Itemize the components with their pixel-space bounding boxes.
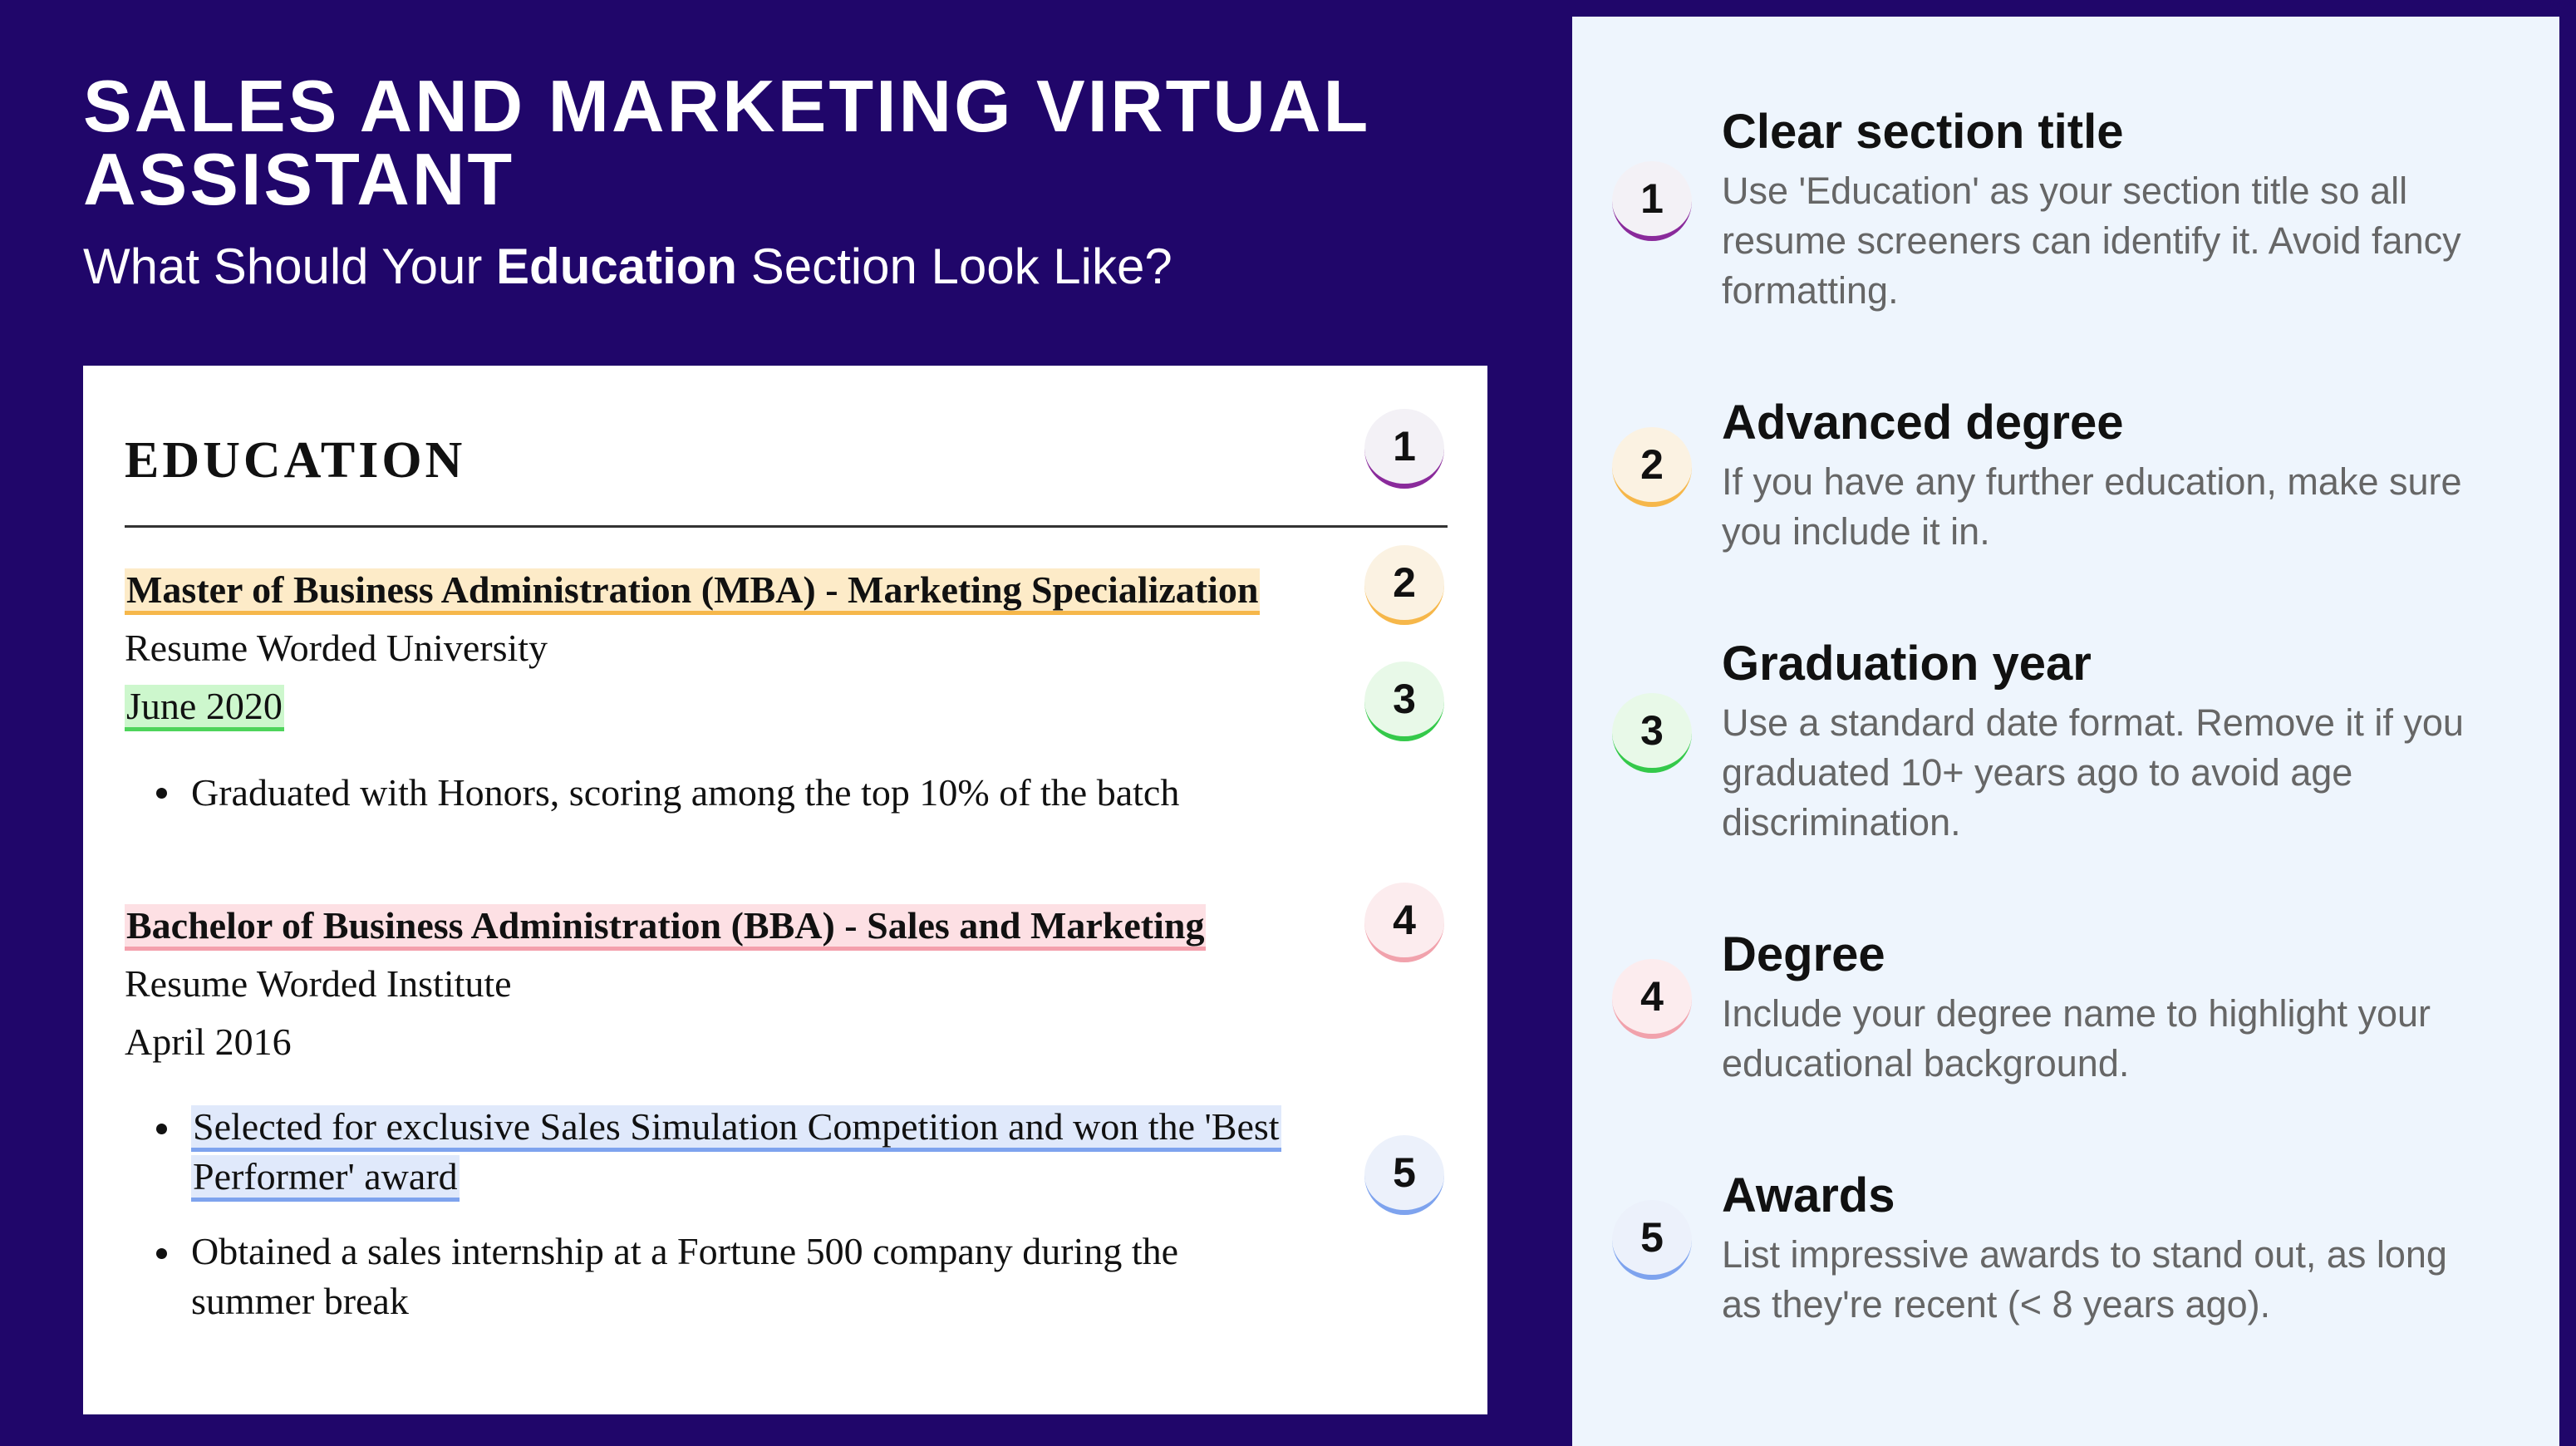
badge-3: 3 [1364,662,1444,741]
subtitle-prefix: What Should Your [83,239,497,294]
tip-description: Use 'Education' as your section title so… [1722,166,2536,316]
tip-title: Degree [1722,927,1885,981]
section-divider [125,525,1448,528]
award-bullet-line-1: Selected for exclusive Sales Simulation … [191,1102,1281,1152]
tip-badge-4: 4 [1612,959,1692,1039]
tip-description: Include your degree name to highlight yo… [1722,989,2536,1089]
tip-line: educational background. [1722,1042,2130,1084]
degree-line: Master of Business Administration (MBA) … [125,565,1261,615]
graduation-date: April 2016 [125,1021,292,1063]
tip-line: List impressive awards to stand out, as … [1722,1233,2447,1276]
tip-line: resume screeners can identify it. Avoid … [1722,219,2461,262]
degree-name-bba: Bachelor of Business Administration (BBA… [125,904,1207,951]
internship-bullet-line-2: summer break [191,1280,409,1322]
badge-4: 4 [1364,883,1444,962]
award-bullet-line-2: Performer' award [191,1152,460,1202]
tip-description: If you have any further education, make … [1722,457,2536,557]
award-highlight: Selected for exclusive Sales Simulation … [191,1105,1281,1152]
page-subtitle: What Should Your Education Section Look … [83,236,1172,298]
tips-panel: 1 Clear section title Use 'Education' as… [1572,17,2559,1446]
bullet-dot [156,1248,167,1259]
bullet-dot [156,788,167,799]
graduation-date-line: June 2020 [125,681,284,731]
tip-line: Use a standard date format. Remove it if… [1722,701,2464,744]
tip-badge-2: 2 [1612,427,1692,507]
award-highlight: Performer' award [191,1155,460,1202]
badge-2: 2 [1364,545,1444,625]
tip-line: formatting. [1722,269,1899,312]
tip-line: Include your degree name to highlight yo… [1722,992,2431,1035]
tip-badge-3: 3 [1612,693,1692,773]
graduation-date: June 2020 [125,685,284,731]
tip-title: Awards [1722,1168,1895,1222]
subtitle-suffix: Section Look Like? [737,239,1172,294]
school-name: Resume Worded University [125,627,548,669]
tip-line: as they're recent (< 8 years ago). [1722,1283,2271,1326]
tip-line: If you have any further education, make … [1722,460,2462,503]
degree-line: Bachelor of Business Administration (BBA… [125,901,1207,951]
internship-bullet-line-1: Obtained a sales internship at a Fortune… [191,1230,1179,1272]
tip-description: List impressive awards to stand out, as … [1722,1230,2536,1330]
tip-line: you include it in. [1722,510,1990,553]
tip-title: Graduation year [1722,637,2092,691]
page-title: SALES AND MARKETING VIRTUAL ASSISTANT [83,65,1369,220]
achievement-bullet: Graduated with Honors, scoring among the… [191,771,1180,814]
bullet-dot [156,1124,167,1134]
badge-5: 5 [1364,1135,1444,1215]
subtitle-emphasis: Education [496,239,738,294]
degree-name-mba: Master of Business Administration (MBA) … [125,568,1261,615]
tip-badge-1: 1 [1612,161,1692,241]
tip-line: graduated 10+ years ago to avoid age [1722,751,2353,794]
tip-description: Use a standard date format. Remove it if… [1722,698,2536,848]
section-heading: EDUCATION [125,432,466,489]
tip-line: Use 'Education' as your section title so… [1722,170,2408,212]
resume-example-card: EDUCATION Master of Business Administrat… [83,366,1487,1414]
tip-title: Clear section title [1722,105,2124,159]
school-name: Resume Worded Institute [125,962,512,1005]
badge-1: 1 [1364,409,1444,489]
tip-title: Advanced degree [1722,396,2124,450]
tip-badge-5: 5 [1612,1200,1692,1280]
tip-line: discrimination. [1722,801,1961,844]
